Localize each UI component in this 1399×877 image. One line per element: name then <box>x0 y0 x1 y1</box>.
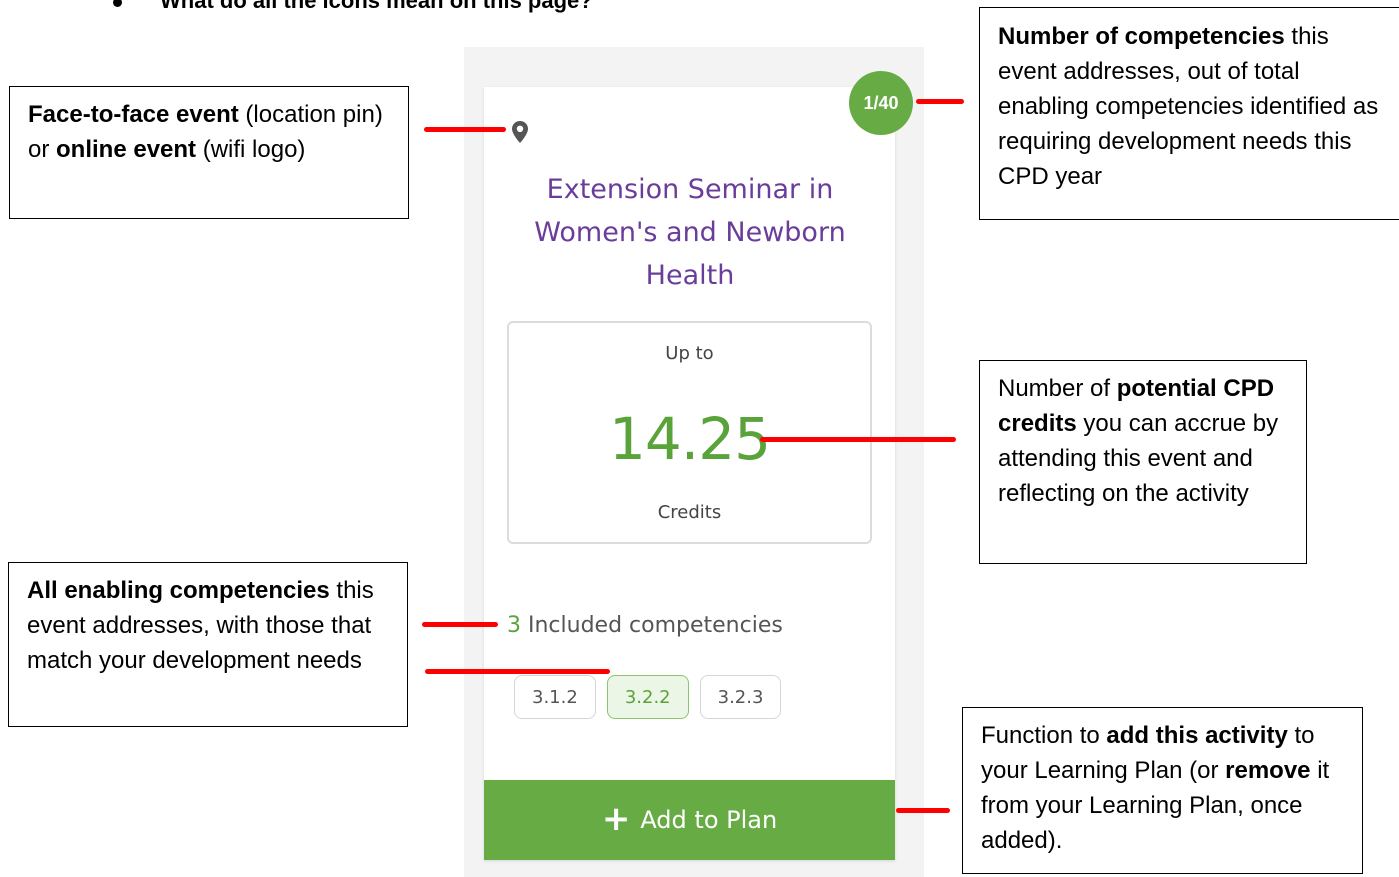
included-competencies: 3 Included competencies <box>507 613 783 638</box>
competency-count-note: Number of competencies this event addres… <box>979 7 1399 220</box>
pointer-line <box>425 669 610 674</box>
note-bold: add this activity <box>1106 722 1288 749</box>
competency-label: Included competencies <box>521 613 783 638</box>
note-text: Function to <box>981 722 1107 749</box>
competencies-note: All enabling competencies this event add… <box>8 562 408 727</box>
competency-chip-matched[interactable]: 3.2.2 <box>606 675 689 719</box>
event-title[interactable]: Extension Seminar in Women's and Newborn… <box>495 168 885 297</box>
competency-count-badge: 1/40 <box>849 71 913 135</box>
plus-icon: + <box>601 798 631 839</box>
note-bold: remove <box>1225 757 1311 784</box>
note-bold: online event <box>56 136 197 163</box>
credits-label: Credits <box>657 502 722 523</box>
pointer-line <box>760 437 956 442</box>
title-line: Extension Seminar in <box>546 174 834 205</box>
note-bold: Number of competencies <box>998 23 1285 50</box>
heading-text: What do all the icons mean on this page? <box>160 0 593 13</box>
pointer-line <box>424 127 506 132</box>
pointer-line <box>422 622 498 627</box>
location-note: Face-to-face event (location pin) or onl… <box>9 86 409 219</box>
pointer-line <box>896 808 950 813</box>
add-to-plan-label: Add to Plan <box>640 806 778 834</box>
title-line: Health <box>645 260 735 291</box>
credits-note: Number of potential CPD credits you can … <box>979 360 1307 564</box>
add-to-plan-button[interactable]: + Add to Plan <box>484 780 895 860</box>
pointer-line <box>916 99 964 104</box>
title-line: Women's and Newborn <box>534 217 846 248</box>
credits-prefix: Up to <box>665 343 714 364</box>
competency-chip[interactable]: 3.2.3 <box>699 675 782 719</box>
note-text: Number of <box>998 375 1117 402</box>
competency-chip[interactable]: 3.1.2 <box>514 675 596 719</box>
credits-box: Up to 14.25 Credits <box>507 321 872 544</box>
add-plan-note: Function to add this activity to your Le… <box>962 707 1363 874</box>
note-bold: Face-to-face event <box>28 101 239 128</box>
note-bold: All enabling competencies <box>27 577 330 604</box>
bullet-icon <box>113 0 122 7</box>
page-heading: What do all the icons mean on this page? <box>113 0 593 14</box>
note-text: (wifi logo) <box>196 136 306 163</box>
competency-total: 3 <box>507 613 521 638</box>
map-pin-icon <box>512 121 528 143</box>
competency-chips: 3.1.2 3.2.2 3.2.3 <box>514 675 782 719</box>
